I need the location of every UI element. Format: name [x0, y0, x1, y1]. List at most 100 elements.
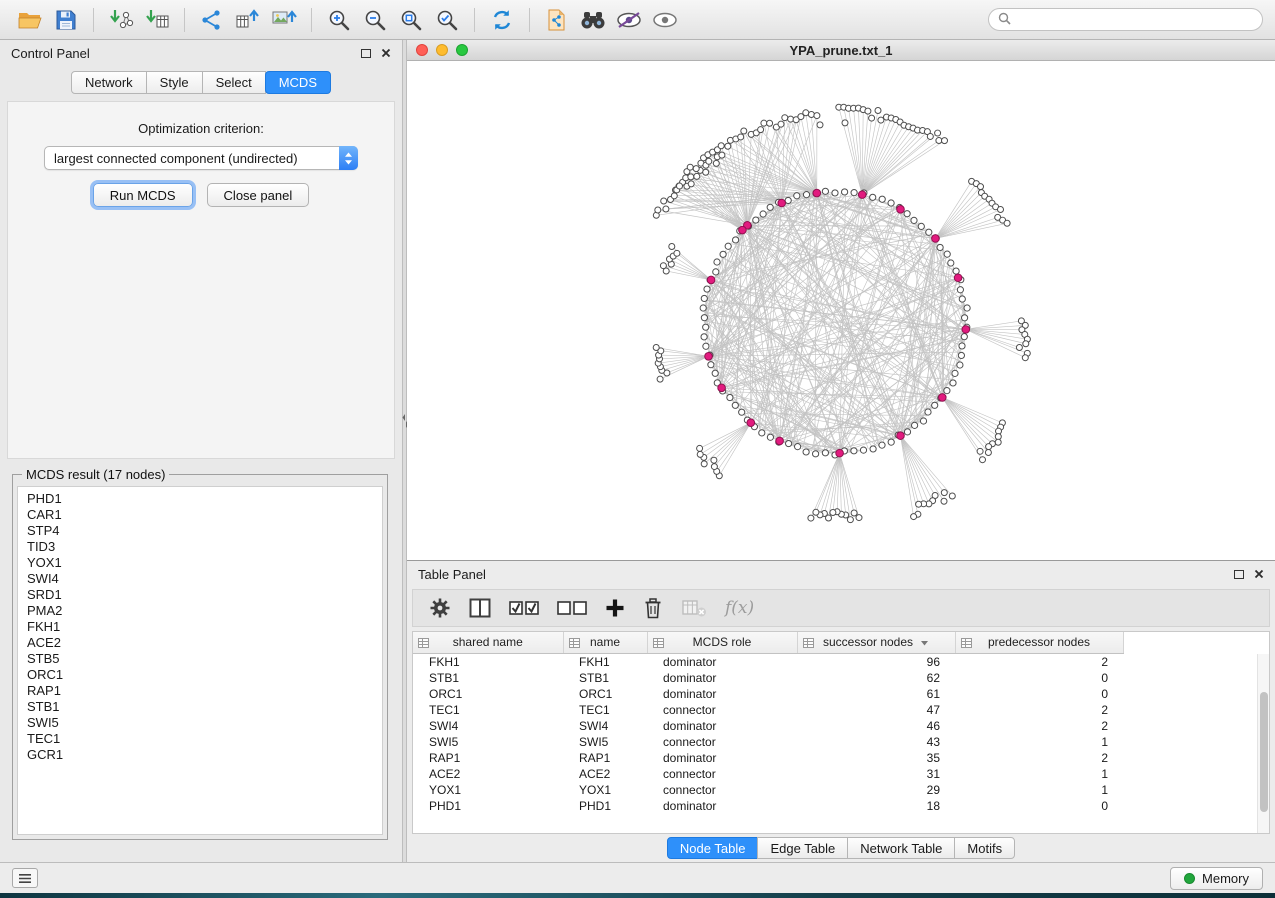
zoom-fit-icon[interactable]	[393, 5, 429, 35]
result-node-gcr1[interactable]: GCR1	[27, 747, 373, 763]
clone-network-icon[interactable]	[539, 5, 575, 35]
memory-button[interactable]: Memory	[1170, 867, 1263, 890]
tab-edge-table[interactable]: Edge Table	[757, 837, 848, 859]
settings-icon[interactable]	[429, 597, 451, 619]
delete-row-icon[interactable]	[643, 597, 663, 619]
tab-motifs[interactable]: Motifs	[954, 837, 1015, 859]
table-cell: 2	[955, 718, 1123, 734]
save-icon[interactable]	[48, 5, 84, 35]
table-row[interactable]: YOX1YOX1connector291	[413, 782, 1123, 798]
table-cell: SWI4	[563, 718, 647, 734]
table-row[interactable]: STB1STB1dominator620	[413, 670, 1123, 686]
result-node-swi4[interactable]: SWI4	[27, 571, 373, 587]
result-node-orc1[interactable]: ORC1	[27, 667, 373, 683]
import-network-icon[interactable]	[103, 5, 139, 35]
table-vertical-scrollbar[interactable]	[1257, 654, 1269, 833]
column-header-predecessor-nodes[interactable]: predecessor nodes	[955, 632, 1123, 653]
zoom-in-icon[interactable]	[321, 5, 357, 35]
select-all-icon[interactable]	[509, 599, 539, 617]
table-row[interactable]: SWI5SWI5connector431	[413, 734, 1123, 750]
close-panel-icon[interactable]	[381, 46, 391, 61]
column-header-successor-nodes[interactable]: successor nodes	[797, 632, 955, 653]
export-image-icon[interactable]	[266, 5, 302, 35]
search-input[interactable]	[1017, 13, 1253, 27]
mcds-result-title: MCDS result (17 nodes)	[22, 467, 169, 482]
result-node-stb1[interactable]: STB1	[27, 699, 373, 715]
table-row[interactable]: PHD1PHD1dominator180	[413, 798, 1123, 814]
table-row[interactable]: RAP1RAP1dominator352	[413, 750, 1123, 766]
table-row[interactable]: ACE2ACE2connector311	[413, 766, 1123, 782]
float-table-panel-icon[interactable]	[1234, 570, 1244, 579]
function-builder-icon[interactable]: f(x)	[725, 598, 754, 618]
hide-selected-icon[interactable]	[611, 5, 647, 35]
window-close-button[interactable]	[416, 44, 428, 56]
tab-network-table[interactable]: Network Table	[847, 837, 955, 859]
result-node-car1[interactable]: CAR1	[27, 507, 373, 523]
close-panel-button[interactable]: Close panel	[207, 183, 310, 207]
result-node-stp4[interactable]: STP4	[27, 523, 373, 539]
column-grid-icon	[418, 637, 429, 651]
sort-chevron-icon[interactable]	[920, 635, 929, 649]
search-box[interactable]	[988, 8, 1263, 31]
open-file-icon[interactable]	[12, 5, 48, 35]
result-node-phd1[interactable]: PHD1	[27, 491, 373, 507]
zoom-out-icon[interactable]	[357, 5, 393, 35]
export-table-icon[interactable]	[230, 5, 266, 35]
table-cell: dominator	[647, 653, 797, 670]
table-cell: TEC1	[563, 702, 647, 718]
mcds-tab-content: Optimization criterion: largest connecte…	[7, 101, 395, 459]
table-cell: dominator	[647, 750, 797, 766]
main-toolbar	[0, 0, 1275, 40]
window-zoom-button[interactable]	[456, 44, 468, 56]
column-header-name[interactable]: name	[563, 632, 647, 653]
tab-mcds[interactable]: MCDS	[265, 71, 331, 94]
network-window-header[interactable]: YPA_prune.txt_1	[407, 40, 1275, 61]
tab-select[interactable]: Select	[202, 71, 266, 94]
result-node-srd1[interactable]: SRD1	[27, 587, 373, 603]
result-node-stb5[interactable]: STB5	[27, 651, 373, 667]
result-node-swi5[interactable]: SWI5	[27, 715, 373, 731]
tab-style[interactable]: Style	[146, 71, 203, 94]
application-window: Control Panel NetworkStyleSelectMCDS Opt…	[0, 0, 1275, 893]
table-row[interactable]: FKH1FKH1dominator962	[413, 653, 1123, 670]
split-panel-icon[interactable]	[469, 598, 491, 618]
run-mcds-button[interactable]: Run MCDS	[93, 183, 193, 207]
result-node-ace2[interactable]: ACE2	[27, 635, 373, 651]
add-row-icon[interactable]	[605, 598, 625, 618]
result-node-tid3[interactable]: TID3	[27, 539, 373, 555]
table-row[interactable]: TEC1TEC1connector472	[413, 702, 1123, 718]
result-node-yox1[interactable]: YOX1	[27, 555, 373, 571]
column-header-MCDS-role[interactable]: MCDS role	[647, 632, 797, 653]
network-canvas[interactable]	[407, 61, 1275, 560]
tab-node-table[interactable]: Node Table	[667, 837, 759, 859]
result-node-fkh1[interactable]: FKH1	[27, 619, 373, 635]
optimization-criterion-select[interactable]: largest connected component (undirected)	[44, 146, 358, 170]
column-header-shared-name[interactable]: shared name	[413, 632, 563, 653]
node-table[interactable]: shared namenameMCDS rolesuccessor nodesp…	[412, 631, 1270, 834]
result-node-tec1[interactable]: TEC1	[27, 731, 373, 747]
export-network-icon[interactable]	[194, 5, 230, 35]
table-cell: 1	[955, 734, 1123, 750]
import-table-icon[interactable]	[139, 5, 175, 35]
mcds-result-list[interactable]: PHD1CAR1STP4TID3YOX1SWI4SRD1PMA2FKH1ACE2…	[17, 486, 383, 835]
window-minimize-button[interactable]	[436, 44, 448, 56]
float-panel-icon[interactable]	[361, 49, 371, 58]
table-tabs: Node TableEdge TableNetwork TableMotifs	[407, 834, 1275, 862]
table-cell: 0	[955, 686, 1123, 702]
show-all-icon[interactable]	[647, 5, 683, 35]
result-node-rap1[interactable]: RAP1	[27, 683, 373, 699]
close-table-panel-icon[interactable]	[1254, 567, 1264, 582]
table-row[interactable]: ORC1ORC1dominator610	[413, 686, 1123, 702]
refresh-icon[interactable]	[484, 5, 520, 35]
network-view[interactable]	[407, 61, 1275, 560]
tab-network[interactable]: Network	[71, 71, 147, 94]
zoom-selected-icon[interactable]	[429, 5, 465, 35]
result-node-pma2[interactable]: PMA2	[27, 603, 373, 619]
first-neighbors-icon[interactable]	[575, 5, 611, 35]
deselect-all-icon[interactable]	[557, 599, 587, 617]
menu-icon[interactable]	[12, 868, 38, 888]
scrollbar-thumb[interactable]	[1260, 692, 1268, 812]
table-cell: 29	[797, 782, 955, 798]
table-cell: dominator	[647, 718, 797, 734]
table-row[interactable]: SWI4SWI4dominator462	[413, 718, 1123, 734]
